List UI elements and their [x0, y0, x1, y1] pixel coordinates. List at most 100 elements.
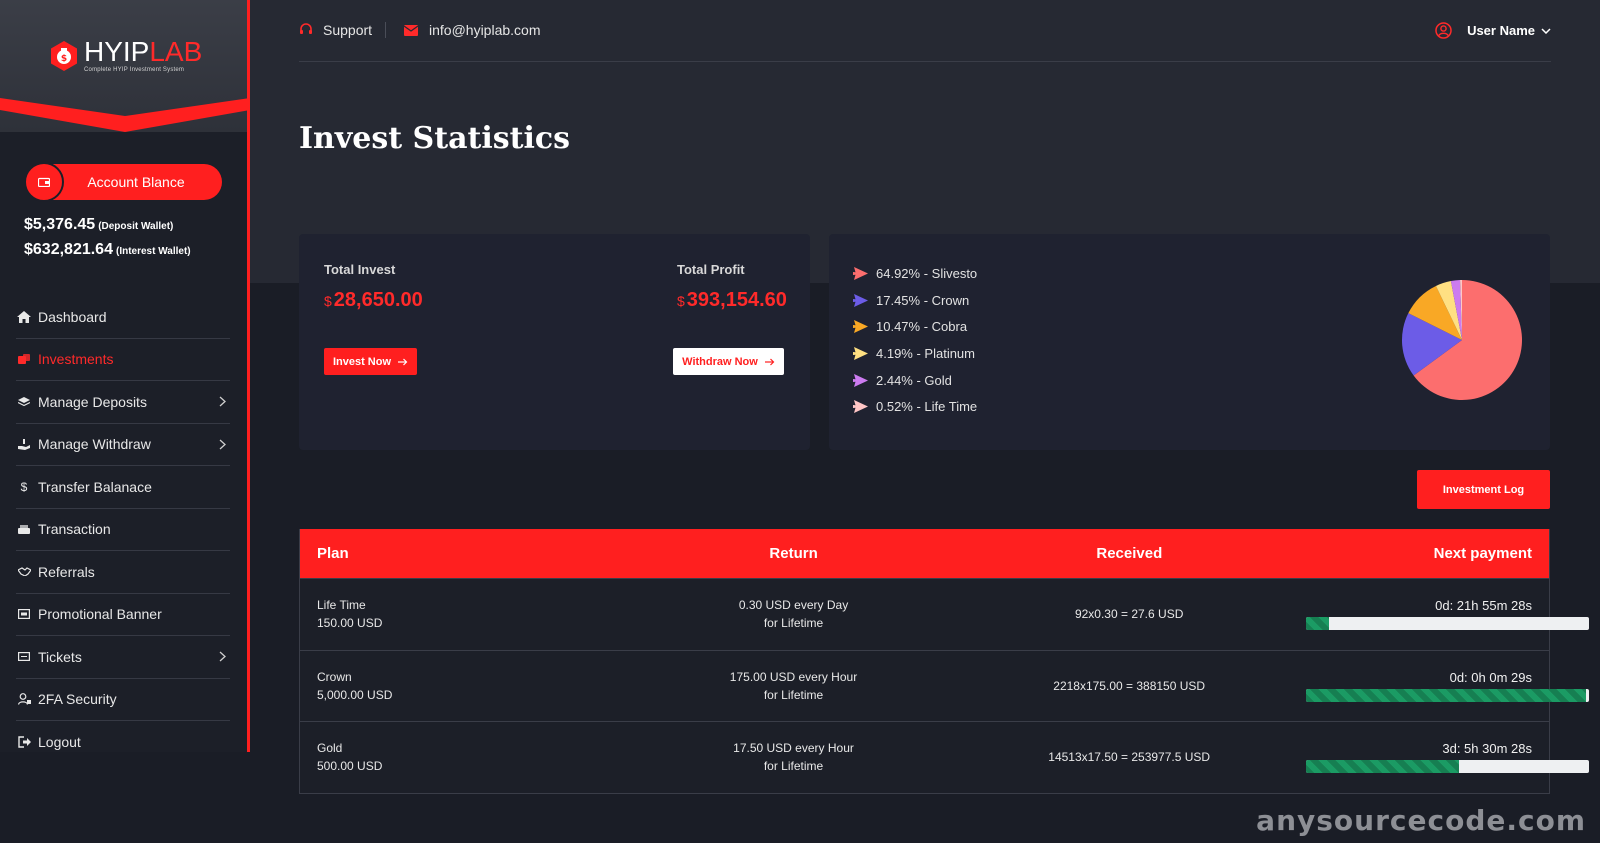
deposit-wallet-label: (Deposit Wallet): [98, 221, 174, 232]
plan-name: Crown: [317, 669, 352, 684]
sidebar-item-label: Tickets: [38, 648, 82, 665]
sidebar: $ HYIPLAB Complete HYIP Investment Syste…: [0, 0, 250, 752]
total-invest-block: Total Invest $28,650.00: [324, 262, 423, 312]
plan-cell: Crown 5,000.00 USD: [300, 668, 635, 704]
progress-fill: [1305, 617, 1329, 631]
sidebar-item-tickets[interactable]: Tickets: [16, 636, 230, 679]
plane-icon: [853, 266, 869, 280]
sidebar-item-investments[interactable]: Investments: [16, 339, 230, 381]
payment-progress-bar: [1305, 688, 1589, 702]
table-row: Gold 500.00 USD 17.50 USD every Hour for…: [300, 721, 1589, 793]
table-row: Crown 5,000.00 USD 175.00 USD every Hour…: [300, 649, 1589, 721]
handshake-icon: [16, 567, 32, 577]
sidebar-item-logout[interactable]: Logout: [16, 721, 230, 764]
total-invest-value: $28,650.00: [324, 289, 423, 312]
payment-progress-bar: [1305, 760, 1589, 774]
total-profit-label: Total Profit: [677, 262, 745, 277]
return-duration: for Lifetime: [763, 687, 824, 702]
top-header: Support info@hyiplab.com User Name: [299, 0, 1551, 62]
plan-cell: Life Time 150.00 USD: [300, 596, 635, 632]
legend-label: 4.19% - Platinum: [876, 345, 975, 361]
total-invest-label: Total Invest: [324, 262, 396, 277]
image-icon: [16, 609, 32, 620]
sidebar-item-dashboard[interactable]: Dashboard: [16, 296, 230, 339]
brand-tagline: Complete HYIP Investment System: [84, 67, 185, 73]
withdraw-now-label: Withdraw Now: [682, 355, 758, 368]
sidebar-item-label: Transaction: [38, 521, 111, 538]
legend-label: 64.92% - Slivesto: [876, 265, 978, 281]
chevron-right-icon: [219, 396, 226, 407]
plane-icon: [853, 346, 869, 360]
countdown-timer: 0d: 21h 55m 28s: [1435, 598, 1532, 614]
logo-area: $ HYIPLAB Complete HYIP Investment Syste…: [0, 0, 250, 132]
home-icon: [16, 310, 32, 323]
cash-icon: [16, 524, 32, 535]
logout-icon: [16, 736, 32, 748]
investments-table: Plan Return Received Next payment Life T…: [299, 529, 1589, 794]
hand-money-icon: [16, 438, 32, 450]
received-cell: 14513x17.50 = 253977.5 USD: [1048, 750, 1211, 765]
user-name: User Name: [1467, 23, 1535, 38]
legend-label: 17.45% - Crown: [876, 292, 970, 308]
arrow-right-icon: [764, 358, 775, 365]
brand-logo[interactable]: $ HYIPLAB Complete HYIP Investment Syste…: [48, 38, 202, 73]
return-cell: 17.50 USD every Hour for Lifetime: [635, 739, 953, 775]
sidebar-nav: Dashboard Investments Manage Deposits Ma…: [16, 296, 230, 764]
progress-fill: [1305, 760, 1459, 774]
sidebar-item-transaction[interactable]: Transaction: [16, 509, 230, 551]
chevron-right-icon: [219, 651, 226, 662]
sidebar-item-2fa-security[interactable]: 2FA Security: [16, 679, 230, 721]
chevron-down-icon: [1541, 27, 1551, 34]
money-bag-icon: $: [48, 40, 80, 72]
sidebar-item-transfer-balance[interactable]: $ Transfer Balanace: [16, 466, 230, 509]
brand-name: HYIP: [84, 36, 150, 67]
account-balance-pill[interactable]: Account Blance: [24, 162, 222, 202]
user-circle-icon: [1435, 22, 1452, 39]
investment-log-button[interactable]: Investment Log: [1417, 470, 1550, 509]
plan-name: Gold: [317, 741, 343, 756]
sidebar-item-promotional-banner[interactable]: Promotional Banner: [16, 594, 230, 636]
svg-text:$: $: [61, 54, 67, 64]
arrow-right-icon: [398, 358, 408, 365]
plan-pie-chart: [1401, 279, 1522, 400]
sidebar-item-label: Promotional Banner: [38, 606, 162, 623]
return-duration: for Lifetime: [763, 616, 824, 631]
chevron-right-icon: [219, 439, 226, 449]
total-invest-amount: 28,650.00: [333, 289, 423, 311]
plane-icon: [853, 320, 869, 334]
plan-distribution-card: 64.92% - Slivesto 17.45% - Crown 10.47% …: [829, 234, 1550, 450]
deposit-wallet-amount: $5,376.45: [24, 216, 96, 233]
chart-legend: 64.92% - Slivesto 17.45% - Crown 10.47% …: [853, 260, 977, 420]
email-address: info@hyiplab.com: [429, 22, 541, 38]
return-rate: 17.50 USD every Hour: [733, 741, 854, 756]
sidebar-item-label: Referrals: [38, 563, 95, 580]
plane-icon: [853, 400, 869, 414]
ticket-icon: [16, 652, 32, 662]
invest-now-label: Invest Now: [332, 355, 392, 368]
legend-label: 10.47% - Cobra: [876, 319, 968, 335]
plane-icon: [853, 373, 869, 387]
user-lock-icon: [16, 693, 32, 705]
sidebar-item-label: Manage Deposits: [38, 393, 147, 410]
invest-now-button[interactable]: Invest Now: [324, 348, 417, 375]
header-divider: [385, 22, 386, 38]
column-header-return: Return: [769, 545, 818, 562]
withdraw-now-button[interactable]: Withdraw Now: [673, 348, 784, 375]
legend-item-life-time: 0.52% - Life Time: [853, 393, 977, 420]
total-profit-amount: 393,154.60: [686, 289, 787, 311]
legend-item-slivesto: 64.92% - Slivesto: [853, 260, 977, 287]
sidebar-item-referrals[interactable]: Referrals: [16, 551, 230, 594]
envelope-icon: [404, 24, 418, 36]
email-link[interactable]: info@hyiplab.com: [404, 22, 541, 38]
return-rate: 0.30 USD every Day: [738, 598, 849, 613]
sidebar-item-manage-withdraw[interactable]: Manage Withdraw: [16, 424, 230, 466]
sidebar-item-label: Logout: [38, 734, 81, 751]
countdown-timer: 3d: 5h 30m 28s: [1442, 741, 1532, 757]
support-link[interactable]: Support: [299, 22, 372, 38]
invest-summary-card: Total Invest $28,650.00 Total Profit $39…: [299, 234, 810, 450]
support-label: Support: [323, 22, 373, 38]
plan-amount: 5,000.00 USD: [317, 687, 393, 702]
user-menu[interactable]: User Name: [1435, 22, 1551, 39]
return-cell: 175.00 USD every Hour for Lifetime: [635, 668, 953, 704]
sidebar-item-manage-deposits[interactable]: Manage Deposits: [16, 381, 230, 424]
